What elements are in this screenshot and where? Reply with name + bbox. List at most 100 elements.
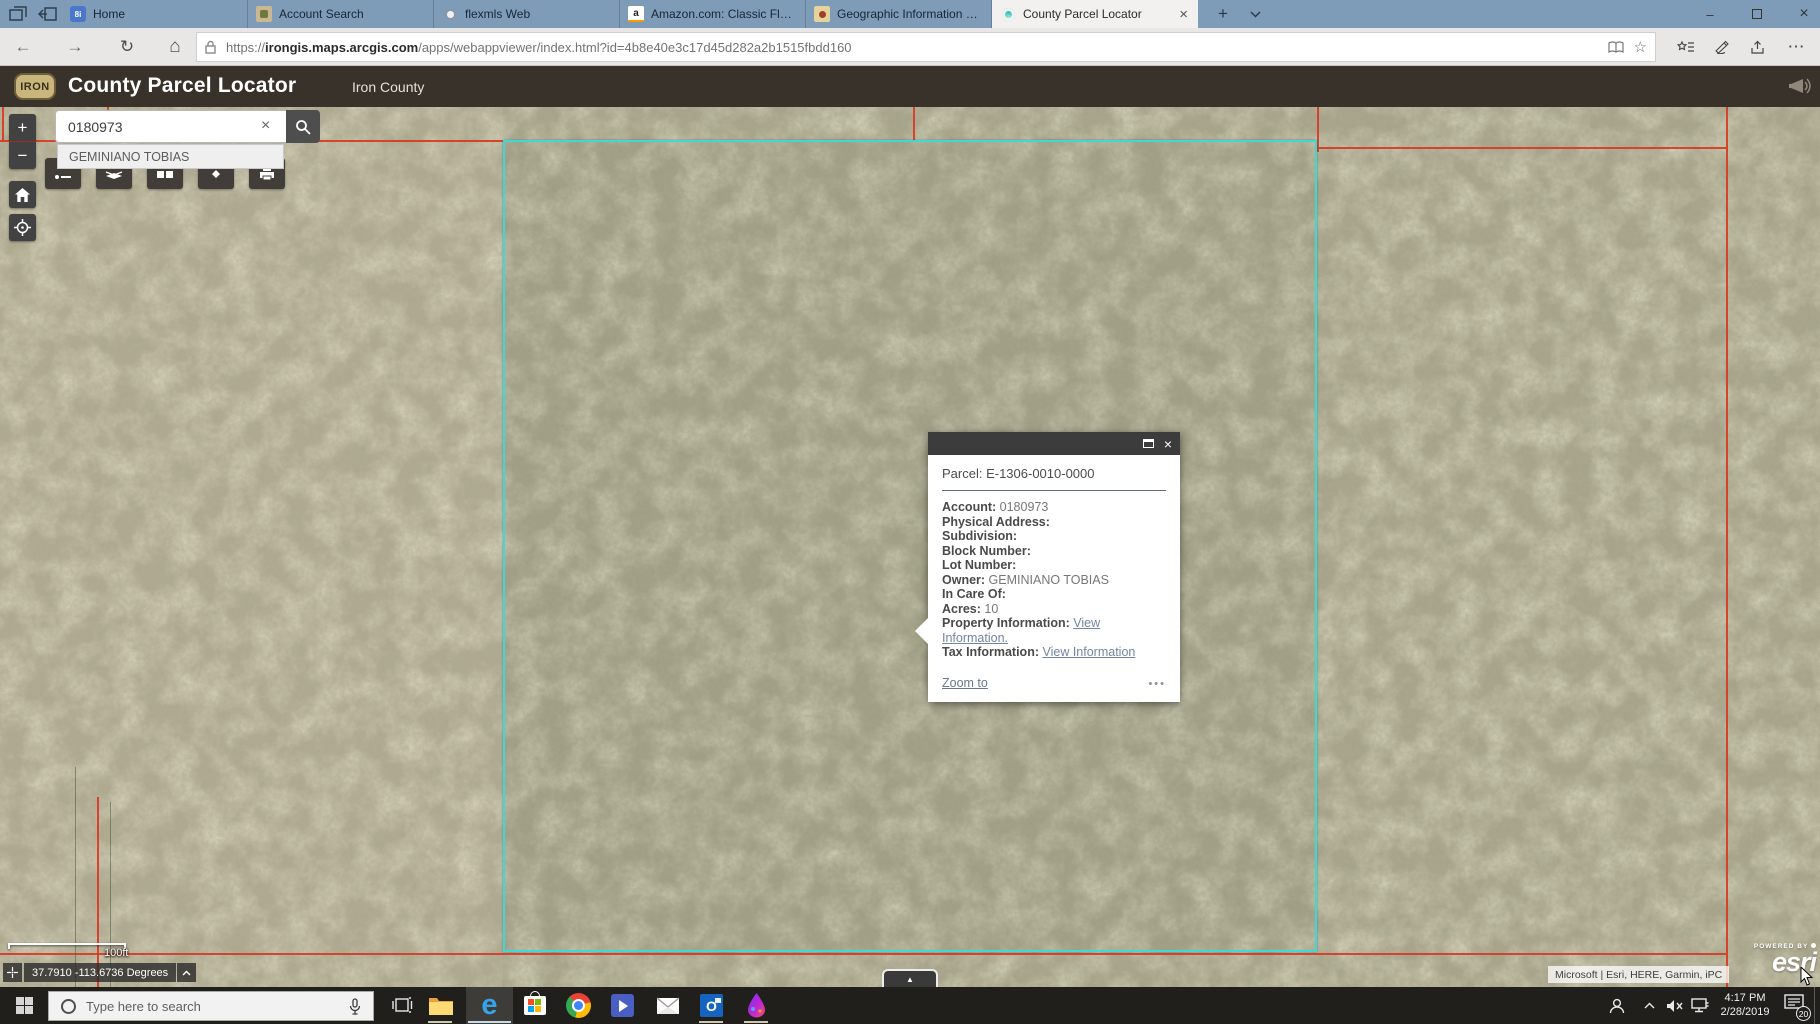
divider (942, 490, 1166, 491)
search-button[interactable] (286, 110, 320, 143)
zoom-out-button[interactable]: − (9, 142, 36, 169)
flexmls-favicon (442, 6, 458, 22)
window-maximize-button[interactable] (1742, 0, 1772, 28)
new-tab-button[interactable]: + (1208, 0, 1238, 28)
taskbar-search-box[interactable]: Type here to search (48, 991, 374, 1021)
crosshair-icon (14, 219, 31, 236)
tab-flexmls[interactable]: flexmls Web (434, 0, 620, 28)
attribute-table-toggle[interactable]: ▲ (882, 969, 938, 987)
settings-more-icon[interactable]: ⋯ (1782, 34, 1810, 60)
clear-search-icon[interactable]: × (261, 117, 270, 135)
taskbar-file-explorer[interactable] (418, 987, 463, 1024)
tab-gis[interactable]: Geographic Information Sys (806, 0, 992, 28)
windows-logo-icon (16, 997, 33, 1014)
reading-view-icon[interactable] (1608, 41, 1624, 54)
popup-title: Parcel: E-1306-0010-0000 (942, 466, 1166, 481)
parcel-info-popup: × Parcel: E-1306-0010-0000 Account: 0180… (928, 432, 1180, 702)
tab-account-search[interactable]: Account Search (248, 0, 434, 28)
tray-expand-button[interactable] (1636, 987, 1662, 1024)
tab-amazon[interactable]: a Amazon.com: Classic Flame (620, 0, 806, 28)
crosshair-icon (7, 967, 18, 978)
edge-icon: e (481, 989, 497, 1022)
coordinate-icon-button[interactable] (3, 963, 22, 982)
microphone-icon[interactable] (349, 998, 361, 1015)
popup-titlebar[interactable]: × (928, 432, 1180, 455)
web-note-pen-icon[interactable] (1708, 34, 1736, 60)
taskbar-search-placeholder: Type here to search (86, 999, 349, 1014)
tab-close-icon[interactable]: × (1177, 7, 1190, 22)
mail-icon (656, 997, 680, 1015)
parcel-line (913, 107, 915, 142)
task-view-icon (392, 997, 413, 1014)
action-center-button[interactable]: 20 (1776, 987, 1812, 1024)
back-button[interactable]: ← (10, 34, 36, 60)
windows-taskbar: Type here to search e O (0, 987, 1820, 1024)
set-tabs-aside-icon[interactable] (38, 5, 58, 23)
tab-home[interactable]: 8i Home (62, 0, 248, 28)
address-bar[interactable]: https://irongis.maps.arcgis.com/apps/web… (196, 32, 1656, 62)
window-close-button[interactable]: × (1789, 0, 1819, 28)
running-indicator (468, 1021, 511, 1023)
parcel-line (2, 107, 4, 142)
tab-label: Account Search (279, 7, 364, 21)
network-icon (1691, 998, 1709, 1013)
popup-field: Lot Number: (942, 558, 1166, 573)
taskbar-chrome[interactable] (556, 987, 601, 1024)
home-favicon: 8i (70, 6, 86, 22)
my-location-button[interactable] (9, 214, 36, 241)
taskbar-store[interactable] (512, 987, 557, 1024)
clock-time: 4:17 PM (1712, 991, 1778, 1005)
taskbar-outlook[interactable]: O (689, 987, 734, 1024)
popup-more-actions-icon[interactable]: ••• (1148, 678, 1166, 690)
popup-field: Acres: 10 (942, 602, 1166, 617)
announcement-icon[interactable] (1788, 76, 1812, 96)
clock-date: 2/28/2019 (1712, 1005, 1778, 1019)
start-button[interactable] (0, 987, 48, 1024)
window-minimize-button[interactable]: – (1695, 0, 1725, 28)
terrain-track-line (110, 802, 111, 987)
forward-button[interactable]: → (62, 34, 88, 60)
popup-field: Account: 0180973 (942, 500, 1166, 515)
chrome-icon (566, 993, 591, 1018)
popup-field: Block Number: (942, 544, 1166, 559)
map-canvas[interactable]: + − × GEMINIANO TOBIAS (0, 107, 1820, 987)
tab-county-parcel-locator[interactable]: County Parcel Locator × (992, 0, 1198, 28)
taskbar-movies-tv[interactable] (600, 987, 645, 1024)
selected-parcel-outline[interactable] (503, 140, 1317, 952)
volume-muted-button[interactable] (1660, 987, 1688, 1024)
clock[interactable]: 4:17 PM 2/28/2019 (1712, 991, 1778, 1019)
home-extent-button[interactable] (9, 181, 36, 208)
share-icon[interactable] (1744, 34, 1772, 60)
parcel-line (97, 797, 99, 987)
search-suggestion-item[interactable]: GEMINIANO TOBIAS (57, 144, 284, 169)
coordinates-expand-button[interactable] (177, 963, 196, 982)
people-button[interactable] (1600, 987, 1634, 1024)
microsoft-store-icon (524, 996, 546, 1015)
popup-close-icon[interactable]: × (1164, 437, 1172, 451)
show-desktop-divider[interactable] (1814, 987, 1815, 1024)
map-attribution: Microsoft | Esri, HERE, Garmin, iPC (1548, 966, 1729, 983)
refresh-button[interactable]: ↻ (114, 34, 140, 60)
running-indicator (744, 1021, 768, 1023)
zoom-to-link[interactable]: Zoom to (942, 676, 988, 690)
zoom-in-button[interactable]: + (9, 114, 36, 141)
lock-icon (205, 40, 216, 54)
tax-information-link[interactable]: View Information (1042, 645, 1135, 659)
add-favorite-star-icon[interactable]: ☆ (1634, 38, 1647, 56)
taskbar-edge[interactable]: e (466, 987, 513, 1024)
browser-home-button[interactable]: ⌂ (162, 34, 188, 60)
popup-field: In Care Of: (942, 587, 1166, 602)
taskbar-mail[interactable] (645, 987, 690, 1024)
tab-label: Amazon.com: Classic Flame (651, 7, 797, 21)
popup-maximize-icon[interactable] (1143, 439, 1154, 448)
parcel-line (0, 953, 1726, 955)
search-input[interactable] (55, 110, 286, 143)
app-header: IRON County Parcel Locator Iron County (0, 66, 1820, 107)
network-button[interactable] (1686, 987, 1714, 1024)
taskbar-paint3d[interactable] (734, 987, 779, 1024)
tab-dropdown-button[interactable] (1240, 0, 1270, 28)
outlook-icon: O (700, 994, 723, 1017)
favorites-hub-icon[interactable] (1672, 34, 1700, 60)
popup-field: Physical Address: (942, 515, 1166, 530)
show-set-aside-tabs-icon[interactable] (8, 5, 28, 23)
